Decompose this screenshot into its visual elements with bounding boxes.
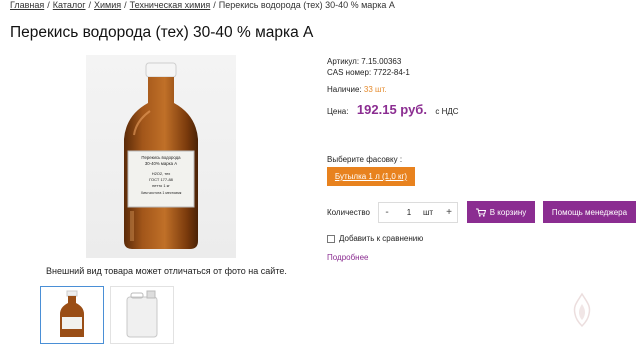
add-to-cart-label: В корзину — [489, 207, 527, 217]
breadcrumb-home[interactable]: Главная — [10, 0, 44, 10]
thumbnail-bottle-image — [60, 290, 84, 337]
bottle-label-line-6: Хим чистота 1 местоимк — [141, 191, 182, 195]
photo-disclaimer: Внешний вид товара может отличаться от ф… — [46, 266, 287, 276]
price-value: 192.15 руб. — [356, 102, 427, 117]
cas-value: 7722-84-1 — [373, 68, 410, 77]
quantity-input[interactable]: 1 — [395, 208, 423, 217]
breadcrumb-technical-chemistry[interactable]: Техническая химия — [130, 0, 211, 10]
quantity-stepper: - 1 шт + — [378, 202, 458, 223]
thumbnail-canister-image — [126, 290, 158, 338]
add-to-cart-button[interactable]: В корзину — [467, 201, 535, 223]
packaging-label: Выберите фасовку : — [327, 155, 403, 164]
checkbox-icon[interactable] — [327, 234, 335, 243]
compare-label: Добавить к сравнению — [339, 234, 424, 243]
bottle-label-line-1: Перекись водорода — [141, 155, 181, 160]
article-row: Артикул: 7.15.00363 — [327, 57, 402, 66]
breadcrumb: Главная / Каталог / Химия / Техническая химия /… — [10, 0, 395, 10]
product-specs: Артикул: 7.15.00363 CAS номер: 7722-84-1 — [327, 56, 410, 78]
add-to-compare[interactable]: Добавить к сравнению — [327, 234, 423, 243]
more-details-link[interactable]: Подробнее — [327, 253, 369, 262]
vat-note: с НДС — [435, 107, 459, 116]
quantity-label: Количество — [327, 208, 370, 217]
packaging-option-button[interactable]: Бутылка 1 л (1,0 кг) — [327, 167, 415, 186]
page-title: Перекись водорода (тех) 30-40 % марка А — [10, 24, 314, 41]
bottle-label-line-5: нетто 1 кг — [152, 183, 170, 188]
cart-icon — [475, 208, 486, 217]
bottle-label-line-2: 30-40% марка А — [145, 161, 177, 166]
fire-emblem-icon — [573, 292, 591, 328]
article-value: 7.15.00363 — [361, 57, 402, 66]
bottle-label-line-4: ГОСТ 177-88 — [149, 177, 174, 182]
quantity-decrease-button[interactable]: - — [379, 207, 395, 218]
bottle-label-line-3: Н2О2, тех — [152, 171, 171, 176]
quantity-increase-button[interactable]: + — [441, 207, 457, 218]
bottle-image: Перекись водорода 30-40% марка А Н2О2, т… — [124, 62, 198, 249]
availability-count: 33 шт. — [363, 85, 387, 94]
product-main-photo[interactable]: Перекись водорода 30-40% марка А Н2О2, т… — [86, 55, 236, 258]
cas-row: CAS номер: 7722-84-1 — [327, 68, 410, 77]
availability: Наличие: 33 шт. — [327, 85, 387, 94]
price-row: Цена: 192.15 руб. с НДС — [327, 102, 459, 117]
breadcrumb-chemistry[interactable]: Химия — [94, 0, 121, 10]
breadcrumb-catalog[interactable]: Каталог — [53, 0, 86, 10]
thumbnail-bottle[interactable] — [40, 286, 104, 344]
breadcrumb-current: Перекись водорода (тех) 30-40 % марка А — [218, 0, 395, 10]
thumbnail-canister[interactable] — [110, 286, 174, 344]
quantity-unit: шт — [423, 208, 434, 217]
manager-help-button[interactable]: Помощь менеджера — [543, 201, 636, 223]
